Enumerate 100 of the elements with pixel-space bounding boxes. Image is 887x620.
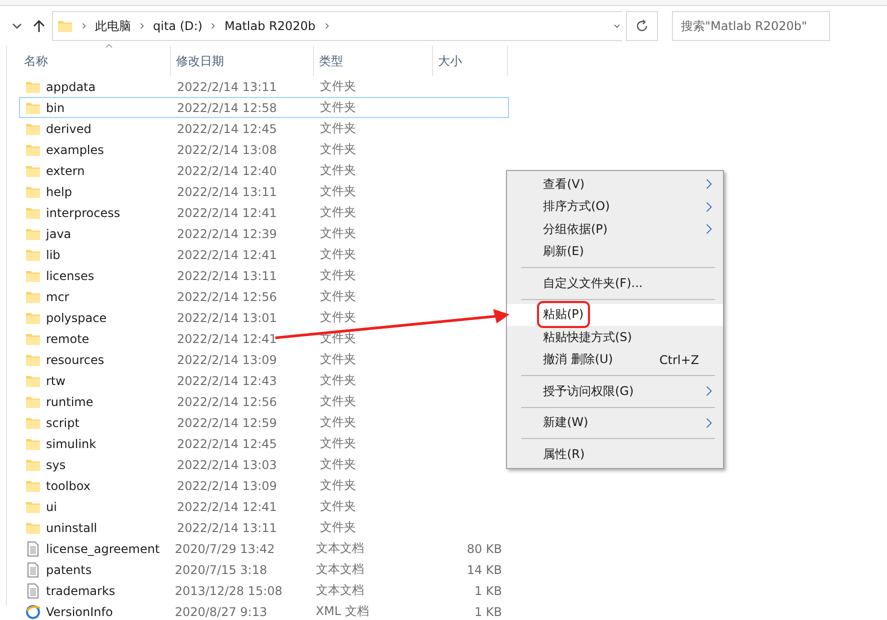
menu-item[interactable]: 新建(W) bbox=[507, 412, 723, 434]
modified-date: 2022/2/14 12:59 bbox=[176, 416, 278, 430]
file-row[interactable]: appdata 2022/2/14 13:11 文件夹 bbox=[19, 76, 509, 97]
file-name: trademarks bbox=[46, 584, 116, 598]
file-name: rtw bbox=[46, 374, 66, 388]
file-type: 文件夹 bbox=[319, 288, 357, 305]
column-header[interactable]: 类型 bbox=[314, 46, 433, 76]
modified-date: 2022/2/14 13:11 bbox=[176, 184, 278, 198]
file-type: 文件夹 bbox=[319, 477, 357, 494]
modified-date: 2022/2/14 13:11 bbox=[176, 268, 278, 282]
modified-date: 2022/2/14 12:41 bbox=[176, 206, 278, 220]
file-row[interactable]: examples 2022/2/14 13:08 文件夹 bbox=[19, 139, 509, 160]
file-name: appdata bbox=[46, 80, 96, 94]
file-row[interactable]: help 2022/2/14 13:11 文件夹 bbox=[19, 181, 509, 202]
file-row[interactable]: sys 2022/2/14 13:03 文件夹 bbox=[19, 454, 509, 475]
file-type: 文件夹 bbox=[319, 246, 357, 263]
modified-date: 2022/2/14 12:56 bbox=[176, 290, 278, 304]
file-type: 文件夹 bbox=[319, 141, 357, 158]
menu-item[interactable]: 刷新(E) bbox=[507, 240, 723, 263]
refresh-button[interactable] bbox=[626, 11, 658, 41]
breadcrumb[interactable]: qita (D:) bbox=[153, 19, 202, 33]
file-name: interprocess bbox=[46, 206, 120, 220]
file-row[interactable]: runtime 2022/2/14 12:56 文件夹 bbox=[19, 391, 509, 412]
file-name: uninstall bbox=[46, 520, 98, 534]
menu-item[interactable]: 撤消 删除(U) Ctrl+Z bbox=[507, 348, 723, 371]
address-bar[interactable]: 此电脑 qita (D:) Matlab R2020b bbox=[52, 11, 622, 41]
file-row[interactable]: patents 2020/7/15 3:18 文本文档 14 KB bbox=[19, 559, 509, 580]
menu-item[interactable]: 查看(V) bbox=[507, 173, 723, 196]
file-name: resources bbox=[46, 352, 104, 366]
file-name: license_agreement bbox=[46, 542, 160, 556]
file-type: 文件夹 bbox=[319, 414, 357, 431]
menu-item[interactable]: 授予访问权限(G) bbox=[507, 380, 723, 402]
file-type: 文件夹 bbox=[319, 99, 357, 116]
shortcut-label: Ctrl+Z bbox=[659, 352, 699, 367]
refresh-icon bbox=[634, 18, 650, 34]
menu-item[interactable]: 分组依据(P) bbox=[507, 218, 723, 240]
file-type: 文件夹 bbox=[319, 162, 357, 179]
file-row[interactable]: rtw 2022/2/14 12:43 文件夹 bbox=[19, 370, 509, 391]
file-type: 文件夹 bbox=[319, 120, 357, 137]
modified-date: 2022/2/14 13:09 bbox=[176, 352, 278, 366]
file-name: script bbox=[46, 416, 80, 430]
file-type: 文件夹 bbox=[319, 309, 357, 326]
modified-date: 2022/2/14 13:11 bbox=[176, 80, 278, 94]
file-row[interactable]: java 2022/2/14 12:39 文件夹 bbox=[19, 223, 509, 244]
file-row[interactable]: licenses 2022/2/14 13:11 文件夹 bbox=[19, 265, 509, 286]
file-row[interactable]: trademarks 2013/12/28 15:08 文本文档 1 KB bbox=[19, 580, 509, 601]
modified-date: 2020/7/15 3:18 bbox=[174, 562, 268, 576]
file-name: polyspace bbox=[46, 310, 107, 324]
file-row[interactable]: uninstall 2022/2/14 13:11 文件夹 bbox=[19, 517, 509, 538]
menu-item[interactable]: 自定义文件夹(F)... bbox=[507, 272, 723, 294]
file-size: 1 KB bbox=[473, 604, 503, 618]
file-row[interactable]: resources 2022/2/14 13:09 文件夹 bbox=[19, 349, 509, 370]
file-name: ui bbox=[46, 500, 57, 514]
file-row[interactable]: toolbox 2022/2/14 13:09 文件夹 bbox=[19, 475, 509, 496]
file-row[interactable]: interprocess 2022/2/14 12:41 文件夹 bbox=[19, 202, 509, 223]
file-row[interactable]: polyspace 2022/2/14 13:01 文件夹 bbox=[19, 307, 509, 328]
file-row[interactable]: mcr 2022/2/14 12:56 文件夹 bbox=[19, 286, 509, 307]
file-name: sys bbox=[46, 458, 66, 472]
file-row[interactable]: script 2022/2/14 12:59 文件夹 bbox=[19, 412, 509, 433]
menu-item[interactable]: 粘贴快捷方式(S) bbox=[507, 326, 723, 348]
file-row[interactable]: bin 2022/2/14 12:58 文件夹 bbox=[19, 97, 509, 118]
file-name: extern bbox=[46, 164, 85, 178]
column-header[interactable]: 修改日期 bbox=[171, 46, 314, 76]
search-field[interactable]: 搜索"Matlab R2020b" bbox=[672, 11, 830, 41]
modified-date: 2013/12/28 15:08 bbox=[174, 584, 284, 598]
menu-label: 粘贴快捷方式(S) bbox=[542, 328, 633, 346]
file-name: java bbox=[46, 226, 72, 240]
file-type: 文件夹 bbox=[319, 78, 357, 95]
modified-date: 2022/2/14 12:41 bbox=[176, 332, 278, 346]
file-name: mcr bbox=[46, 290, 70, 304]
modified-date: 2022/2/14 12:43 bbox=[176, 374, 278, 388]
file-size: 1 KB bbox=[473, 584, 503, 598]
file-type: 文件夹 bbox=[319, 351, 357, 368]
column-header[interactable]: 大小 bbox=[433, 46, 508, 76]
file-row[interactable]: license_agreement 2020/7/29 13:42 文本文档 80 KB bbox=[19, 538, 509, 559]
file-row[interactable]: ui 2022/2/14 12:41 文件夹 bbox=[19, 496, 509, 517]
menu-item[interactable]: 粘贴(P) bbox=[507, 304, 723, 326]
arrow-up-icon bbox=[31, 18, 47, 34]
file-name: simulink bbox=[46, 436, 96, 450]
menu-item[interactable]: 属性(R) bbox=[507, 443, 723, 466]
modified-date: 2022/2/14 12:58 bbox=[176, 100, 278, 114]
column-header[interactable]: 名称 bbox=[19, 46, 171, 76]
modified-date: 2022/2/14 13:08 bbox=[176, 142, 278, 156]
file-type: 文件夹 bbox=[319, 372, 357, 389]
menu-label: 自定义文件夹(F)... bbox=[542, 274, 644, 292]
file-name: help bbox=[46, 184, 72, 198]
file-row[interactable]: VersionInfo 2020/8/27 9:13 XML 文档 1 KB bbox=[19, 601, 509, 620]
file-type: 文件夹 bbox=[319, 267, 357, 284]
file-row[interactable]: lib 2022/2/14 12:41 文件夹 bbox=[19, 244, 509, 265]
file-row[interactable]: derived 2022/2/14 12:45 文件夹 bbox=[19, 118, 509, 139]
breadcrumb[interactable]: Matlab R2020b bbox=[224, 19, 316, 33]
file-name: patents bbox=[46, 562, 92, 576]
file-type: 文件夹 bbox=[319, 225, 357, 242]
file-row[interactable]: simulink 2022/2/14 12:45 文件夹 bbox=[19, 433, 509, 454]
breadcrumb[interactable]: 此电脑 bbox=[95, 18, 131, 34]
file-name: lib bbox=[46, 248, 60, 262]
menu-item[interactable]: 排序方式(O) bbox=[507, 196, 723, 218]
file-name: licenses bbox=[46, 268, 94, 282]
file-name: toolbox bbox=[46, 478, 90, 492]
file-row[interactable]: extern 2022/2/14 12:40 文件夹 bbox=[19, 160, 509, 181]
